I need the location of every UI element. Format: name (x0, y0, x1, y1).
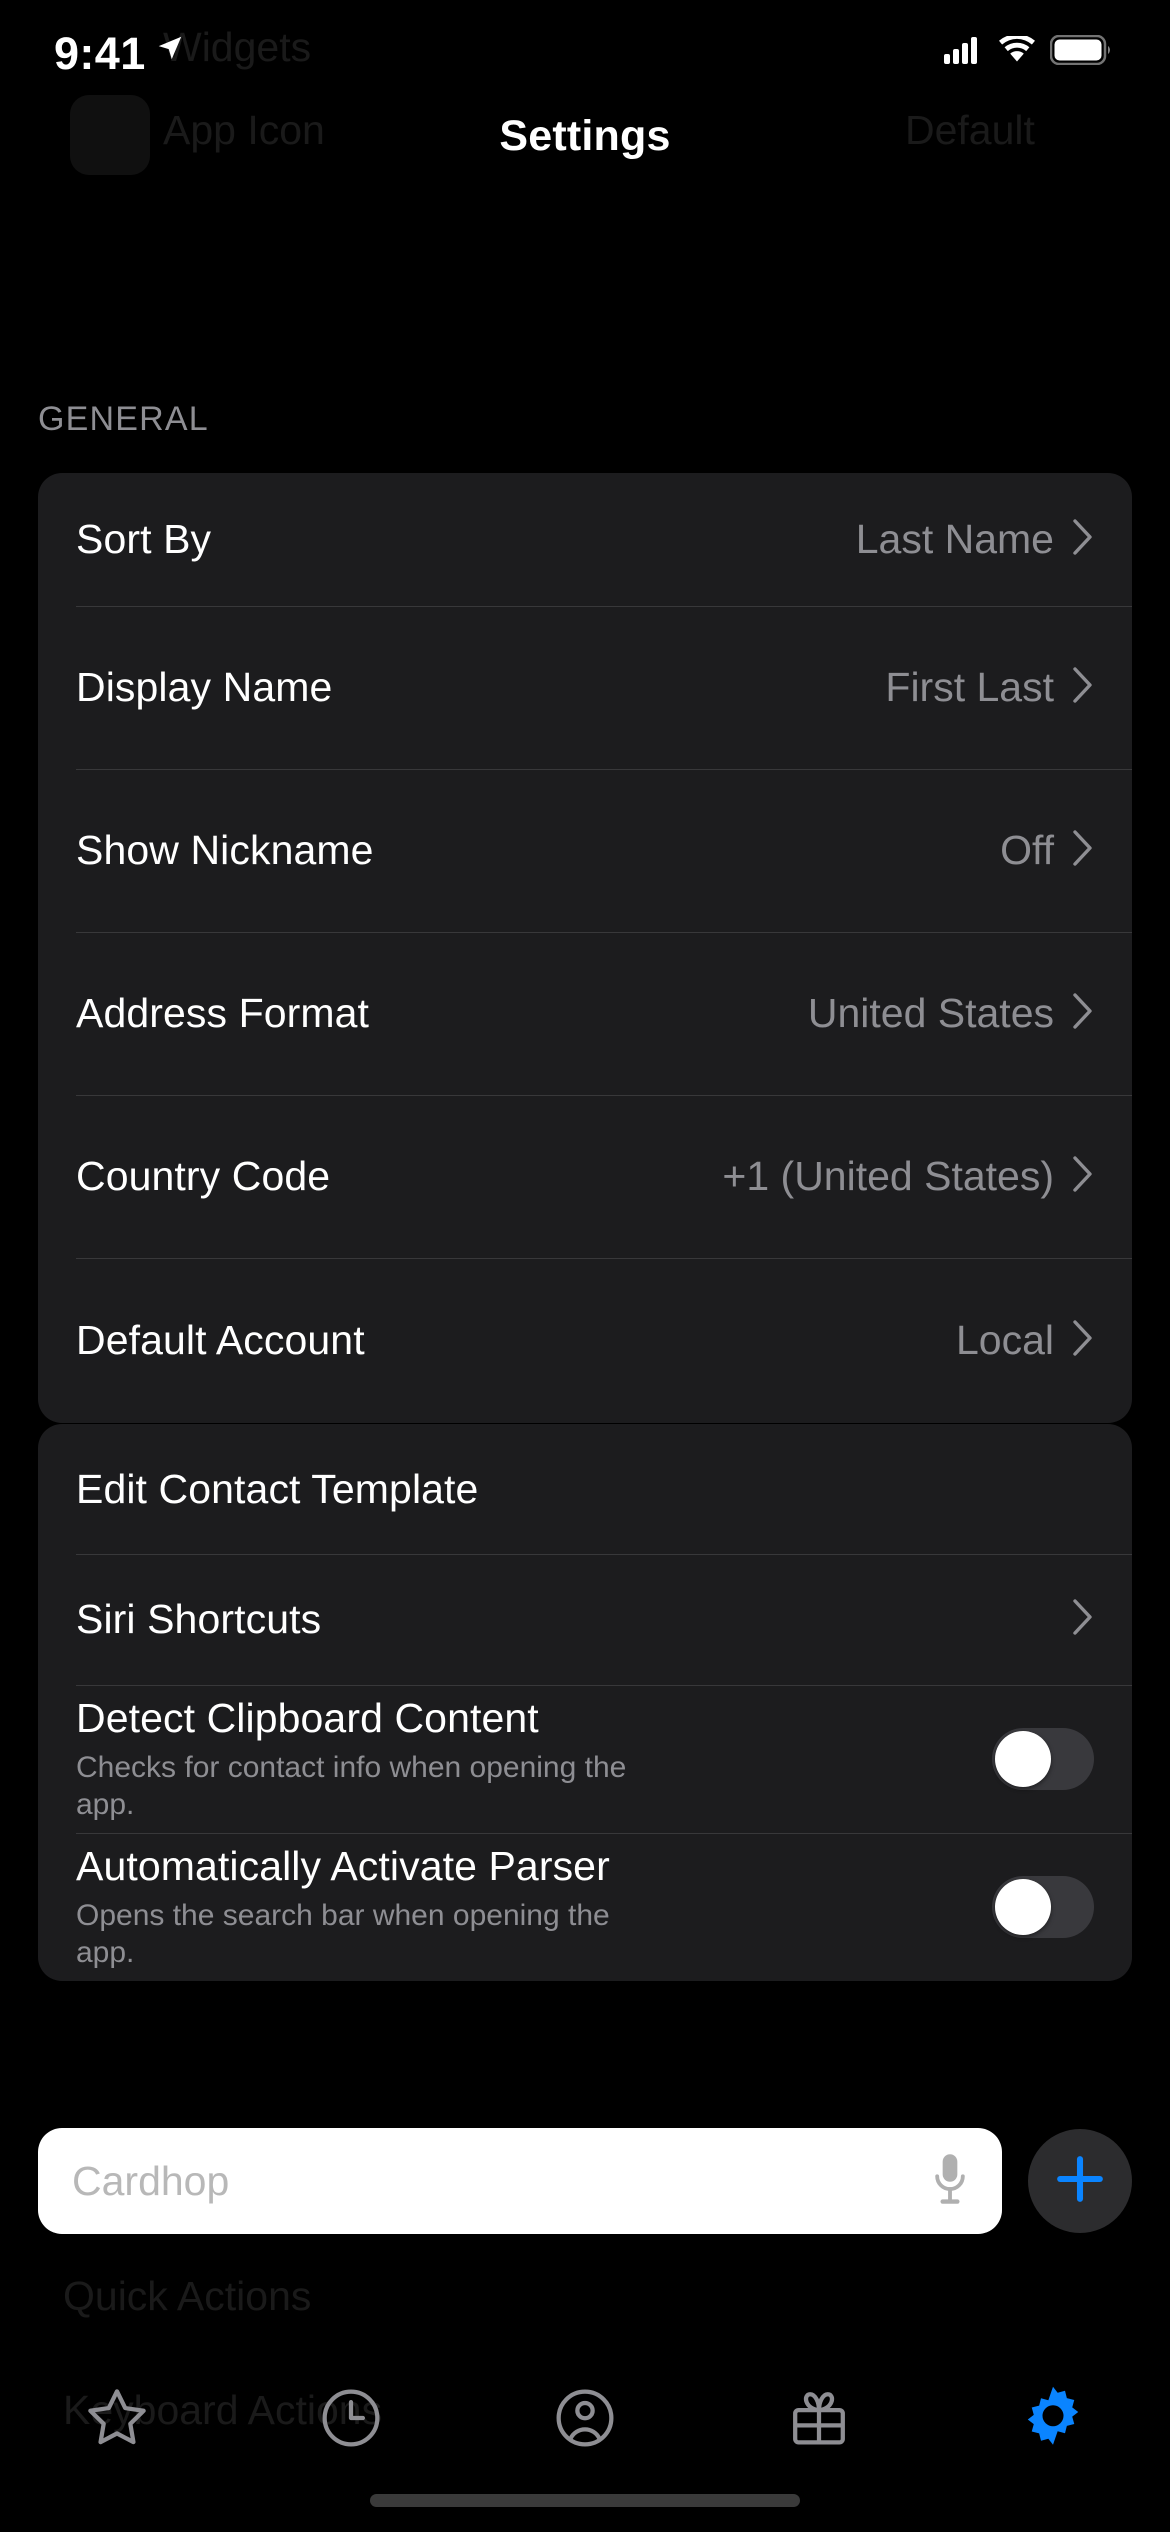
tab-birthdays[interactable] (702, 2384, 936, 2457)
tab-settings[interactable] (936, 2382, 1170, 2459)
tab-favorites[interactable] (0, 2384, 234, 2457)
search-row: Cardhop (0, 2128, 1170, 2234)
home-indicator (370, 2494, 800, 2507)
toggle-detect-clipboard-content[interactable] (992, 1728, 1094, 1790)
row-display-name-label: Display Name (76, 664, 333, 710)
row-display-name[interactable]: Display Name First Last (38, 606, 1132, 769)
status-bar: 9:41 (0, 0, 1170, 100)
row-default-account-value: Local (955, 1317, 1054, 1363)
battery-full-icon (1049, 34, 1112, 70)
row-country-code-label: Country Code (76, 1153, 331, 1199)
page-title: Settings (499, 111, 671, 160)
toggle-knob (995, 1879, 1051, 1935)
cellular-bars-icon (944, 36, 984, 69)
row-automatically-activate-parser-label: Automatically Activate Parser (76, 1842, 610, 1889)
location-arrow-icon (155, 33, 185, 68)
row-automatically-activate-parser-subtitle: Opens the search bar when opening the ap… (76, 1898, 610, 1969)
row-address-format[interactable]: Address Format United States (38, 932, 1132, 1095)
row-sort-by[interactable]: Sort By Last Name (38, 473, 1132, 606)
chevron-right-icon (1072, 518, 1094, 561)
status-bar-right (944, 31, 1112, 70)
star-icon (83, 2384, 151, 2457)
toggle-knob (995, 1731, 1051, 1787)
microphone-icon[interactable] (928, 2151, 972, 2212)
person-circle-icon (551, 2384, 619, 2457)
row-automatically-activate-parser[interactable]: Automatically Activate Parser Opens the … (38, 1833, 1132, 1981)
row-default-account[interactable]: Default Account Local (38, 1258, 1132, 1423)
tab-contacts[interactable] (468, 2384, 702, 2457)
status-bar-left: 9:41 (54, 25, 185, 76)
row-country-code[interactable]: Country Code +1 (United States) (38, 1095, 1132, 1258)
settings-group-actions: Edit Contact Template Siri Shortcuts Det… (38, 1424, 1132, 1981)
gear-icon (1017, 2382, 1089, 2459)
row-detect-clipboard-content-label: Detect Clipboard Content (76, 1694, 539, 1741)
row-edit-contact-template[interactable]: Edit Contact Template (38, 1424, 1132, 1554)
row-detect-clipboard-content[interactable]: Detect Clipboard Content Checks for cont… (38, 1685, 1132, 1833)
tab-bar (0, 2360, 1170, 2480)
row-address-format-value: United States (807, 990, 1054, 1036)
status-bar-time: 9:41 (54, 27, 146, 79)
phone-screen: Widgets App Icon Default Quick Actions K… (0, 0, 1170, 2532)
toggle-automatically-activate-parser[interactable] (992, 1876, 1094, 1938)
row-show-nickname[interactable]: Show Nickname Off (38, 769, 1132, 932)
search-placeholder: Cardhop (72, 2157, 230, 2204)
row-country-code-value: +1 (United States) (722, 1153, 1054, 1199)
row-sort-by-value: Last Name (855, 516, 1054, 562)
row-siri-shortcuts[interactable]: Siri Shortcuts (38, 1554, 1132, 1685)
row-siri-shortcuts-label: Siri Shortcuts (76, 1596, 322, 1642)
row-address-format-label: Address Format (76, 990, 370, 1036)
search-input[interactable]: Cardhop (38, 2128, 1002, 2234)
chevron-right-icon (1072, 1319, 1094, 1362)
row-default-account-label: Default Account (76, 1317, 365, 1363)
wifi-icon (998, 33, 1036, 69)
row-display-name-value: First Last (885, 664, 1054, 710)
chevron-right-icon (1072, 666, 1094, 709)
add-contact-button[interactable] (1028, 2129, 1132, 2233)
row-sort-by-label: Sort By (76, 516, 212, 562)
settings-group-general: Sort By Last Name Display Name First Las… (38, 473, 1132, 1423)
chevron-right-icon (1072, 1598, 1094, 1641)
row-detect-clipboard-content-subtitle: Checks for contact info when opening the… (76, 1750, 627, 1821)
row-show-nickname-value: Off (1000, 827, 1054, 873)
ghost-quick-actions-label: Quick Actions (63, 2273, 312, 2319)
clock-icon (317, 2384, 385, 2457)
chevron-right-icon (1072, 829, 1094, 872)
row-show-nickname-label: Show Nickname (76, 827, 374, 873)
gift-icon (785, 2384, 853, 2457)
row-edit-contact-template-label: Edit Contact Template (76, 1465, 479, 1512)
plus-icon (1052, 2151, 1108, 2212)
tab-recents[interactable] (234, 2384, 468, 2457)
chevron-right-icon (1072, 992, 1094, 1035)
chevron-right-icon (1072, 1155, 1094, 1198)
section-header-general: GENERAL (38, 400, 209, 438)
